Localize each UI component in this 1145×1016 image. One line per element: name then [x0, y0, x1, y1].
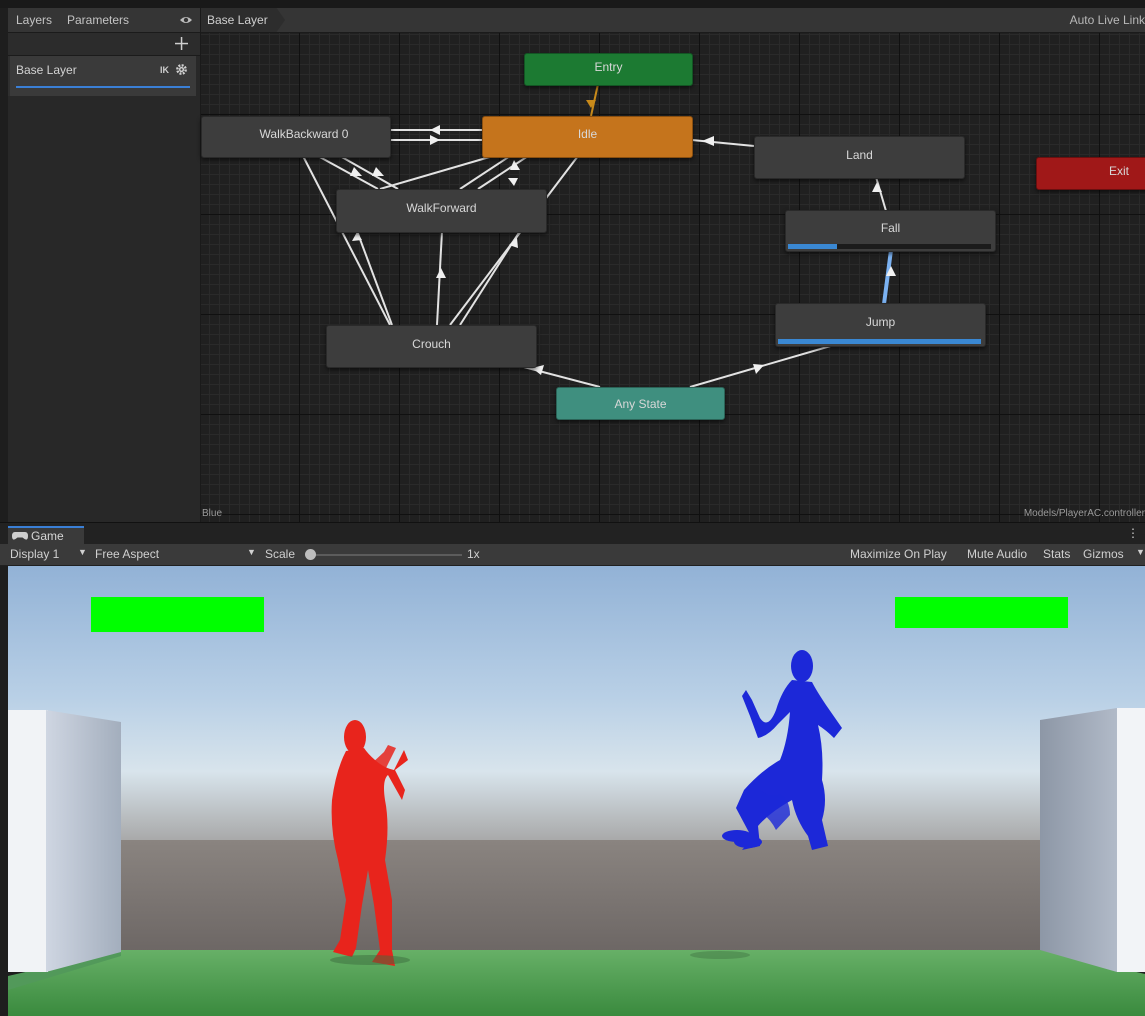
transition-jump-fall-active[interactable]	[882, 249, 893, 305]
game-viewport[interactable]	[8, 566, 1145, 1016]
gizmos-button[interactable]: Gizmos	[1083, 547, 1124, 561]
state-crouch-label: Crouch	[412, 336, 451, 351]
state-fall-progress-fill	[788, 244, 837, 249]
transitions-layer	[302, 83, 896, 388]
tab-parameters[interactable]: Parameters	[67, 13, 129, 27]
plus-icon[interactable]	[175, 37, 188, 50]
scale-slider-handle[interactable]	[305, 549, 316, 560]
state-entry[interactable]: Entry	[524, 53, 693, 86]
chevron-down-icon[interactable]: ▼	[247, 547, 256, 557]
state-idle[interactable]: Idle	[482, 116, 693, 158]
state-jump[interactable]: Jump	[775, 303, 986, 347]
state-entry-label: Entry	[594, 59, 623, 74]
chevron-down-icon[interactable]: ▼	[1136, 547, 1145, 557]
aspect-dropdown[interactable]: Free Aspect	[95, 547, 159, 561]
player-blue-health-bar	[895, 597, 1068, 628]
transition-fall-land[interactable]	[875, 176, 887, 212]
tab-layers[interactable]: Layers	[16, 13, 52, 27]
tab-game[interactable]: Game	[8, 526, 84, 544]
gear-icon[interactable]	[175, 63, 188, 76]
layers-panel-tabs: Layers Parameters	[8, 8, 200, 33]
state-jump-label: Jump	[865, 315, 896, 329]
game-scene	[8, 566, 1145, 1016]
left-wall-side	[46, 710, 121, 972]
state-fall-progress	[788, 244, 991, 249]
state-exit-label: Exit	[1108, 163, 1129, 178]
layer-row-base[interactable]: Base Layer IK	[8, 56, 196, 96]
gamepad-icon	[12, 532, 28, 540]
state-any-state-label: Any State	[614, 396, 667, 411]
state-crouch[interactable]: Crouch	[326, 325, 537, 368]
state-fall[interactable]: Fall	[785, 210, 996, 252]
state-land[interactable]: Land	[754, 136, 965, 179]
chevron-down-icon[interactable]: ▼	[78, 547, 87, 557]
scale-value: 1x	[467, 547, 480, 561]
state-exit[interactable]: Exit	[1036, 157, 1145, 190]
state-any-state[interactable]: Any State	[556, 387, 725, 420]
auto-live-link-button[interactable]: Auto Live Link	[1070, 13, 1145, 27]
state-walk-forward-label: WalkForward	[406, 201, 477, 215]
stats-button[interactable]: Stats	[1043, 547, 1070, 561]
layer-weight-bar	[16, 86, 190, 88]
game-toolbar: Display 1 ▼ Free Aspect ▼ Scale 1x Maxim…	[0, 544, 1145, 566]
graph-footer: Blue Models/PlayerAC.controller	[201, 506, 1145, 522]
state-jump-progress-fill	[778, 339, 981, 344]
window-top-strip	[0, 0, 1145, 8]
layer-name: Base Layer	[16, 63, 77, 77]
state-walk-forward[interactable]: WalkForward	[336, 189, 547, 233]
right-wall-side	[1040, 708, 1117, 972]
state-jump-progress	[778, 339, 981, 344]
transition-land-idle[interactable]	[691, 139, 755, 147]
ik-label[interactable]: IK	[160, 65, 169, 75]
scale-label: Scale	[265, 547, 296, 561]
breadcrumb-base-layer: Base Layer	[207, 13, 268, 27]
transition-walkbackward-crouch[interactable]	[302, 155, 391, 326]
left-wall-front	[8, 710, 48, 972]
add-layer-row	[8, 33, 200, 56]
state-walk-backward-label: WalkBackward 0	[259, 127, 349, 141]
eye-icon[interactable]	[179, 15, 193, 25]
scale-slider-track[interactable]	[310, 554, 462, 556]
state-idle-label: Idle	[577, 127, 598, 141]
maximize-on-play-button[interactable]: Maximize On Play	[850, 547, 947, 561]
selected-object-label: Blue	[202, 508, 223, 519]
transition-anystate-crouch[interactable]	[519, 365, 601, 388]
right-wall-front	[1117, 708, 1145, 972]
graph-breadcrumb-bar: Base Layer Auto Live Link	[201, 8, 1145, 33]
state-fall-label: Fall	[880, 221, 901, 235]
state-walk-backward[interactable]: WalkBackward 0	[201, 116, 391, 158]
transition-idle-walkforward-2[interactable]	[379, 155, 494, 190]
controller-path-label: Models/PlayerAC.controller	[1023, 508, 1145, 519]
state-land-label: Land	[846, 147, 873, 162]
ground-plane	[8, 950, 1145, 1016]
transition-crouch-walkforward-a[interactable]	[356, 230, 393, 326]
breadcrumb[interactable]: Base Layer	[201, 8, 285, 32]
kebab-menu-icon[interactable]: ⋮	[1127, 526, 1139, 540]
display-dropdown[interactable]: Display 1	[10, 547, 59, 561]
game-tab-bar: ⋮	[0, 522, 1145, 545]
tab-game-label: Game	[31, 529, 64, 543]
mute-audio-button[interactable]: Mute Audio	[967, 547, 1027, 561]
player-red-health-bar	[91, 597, 264, 632]
